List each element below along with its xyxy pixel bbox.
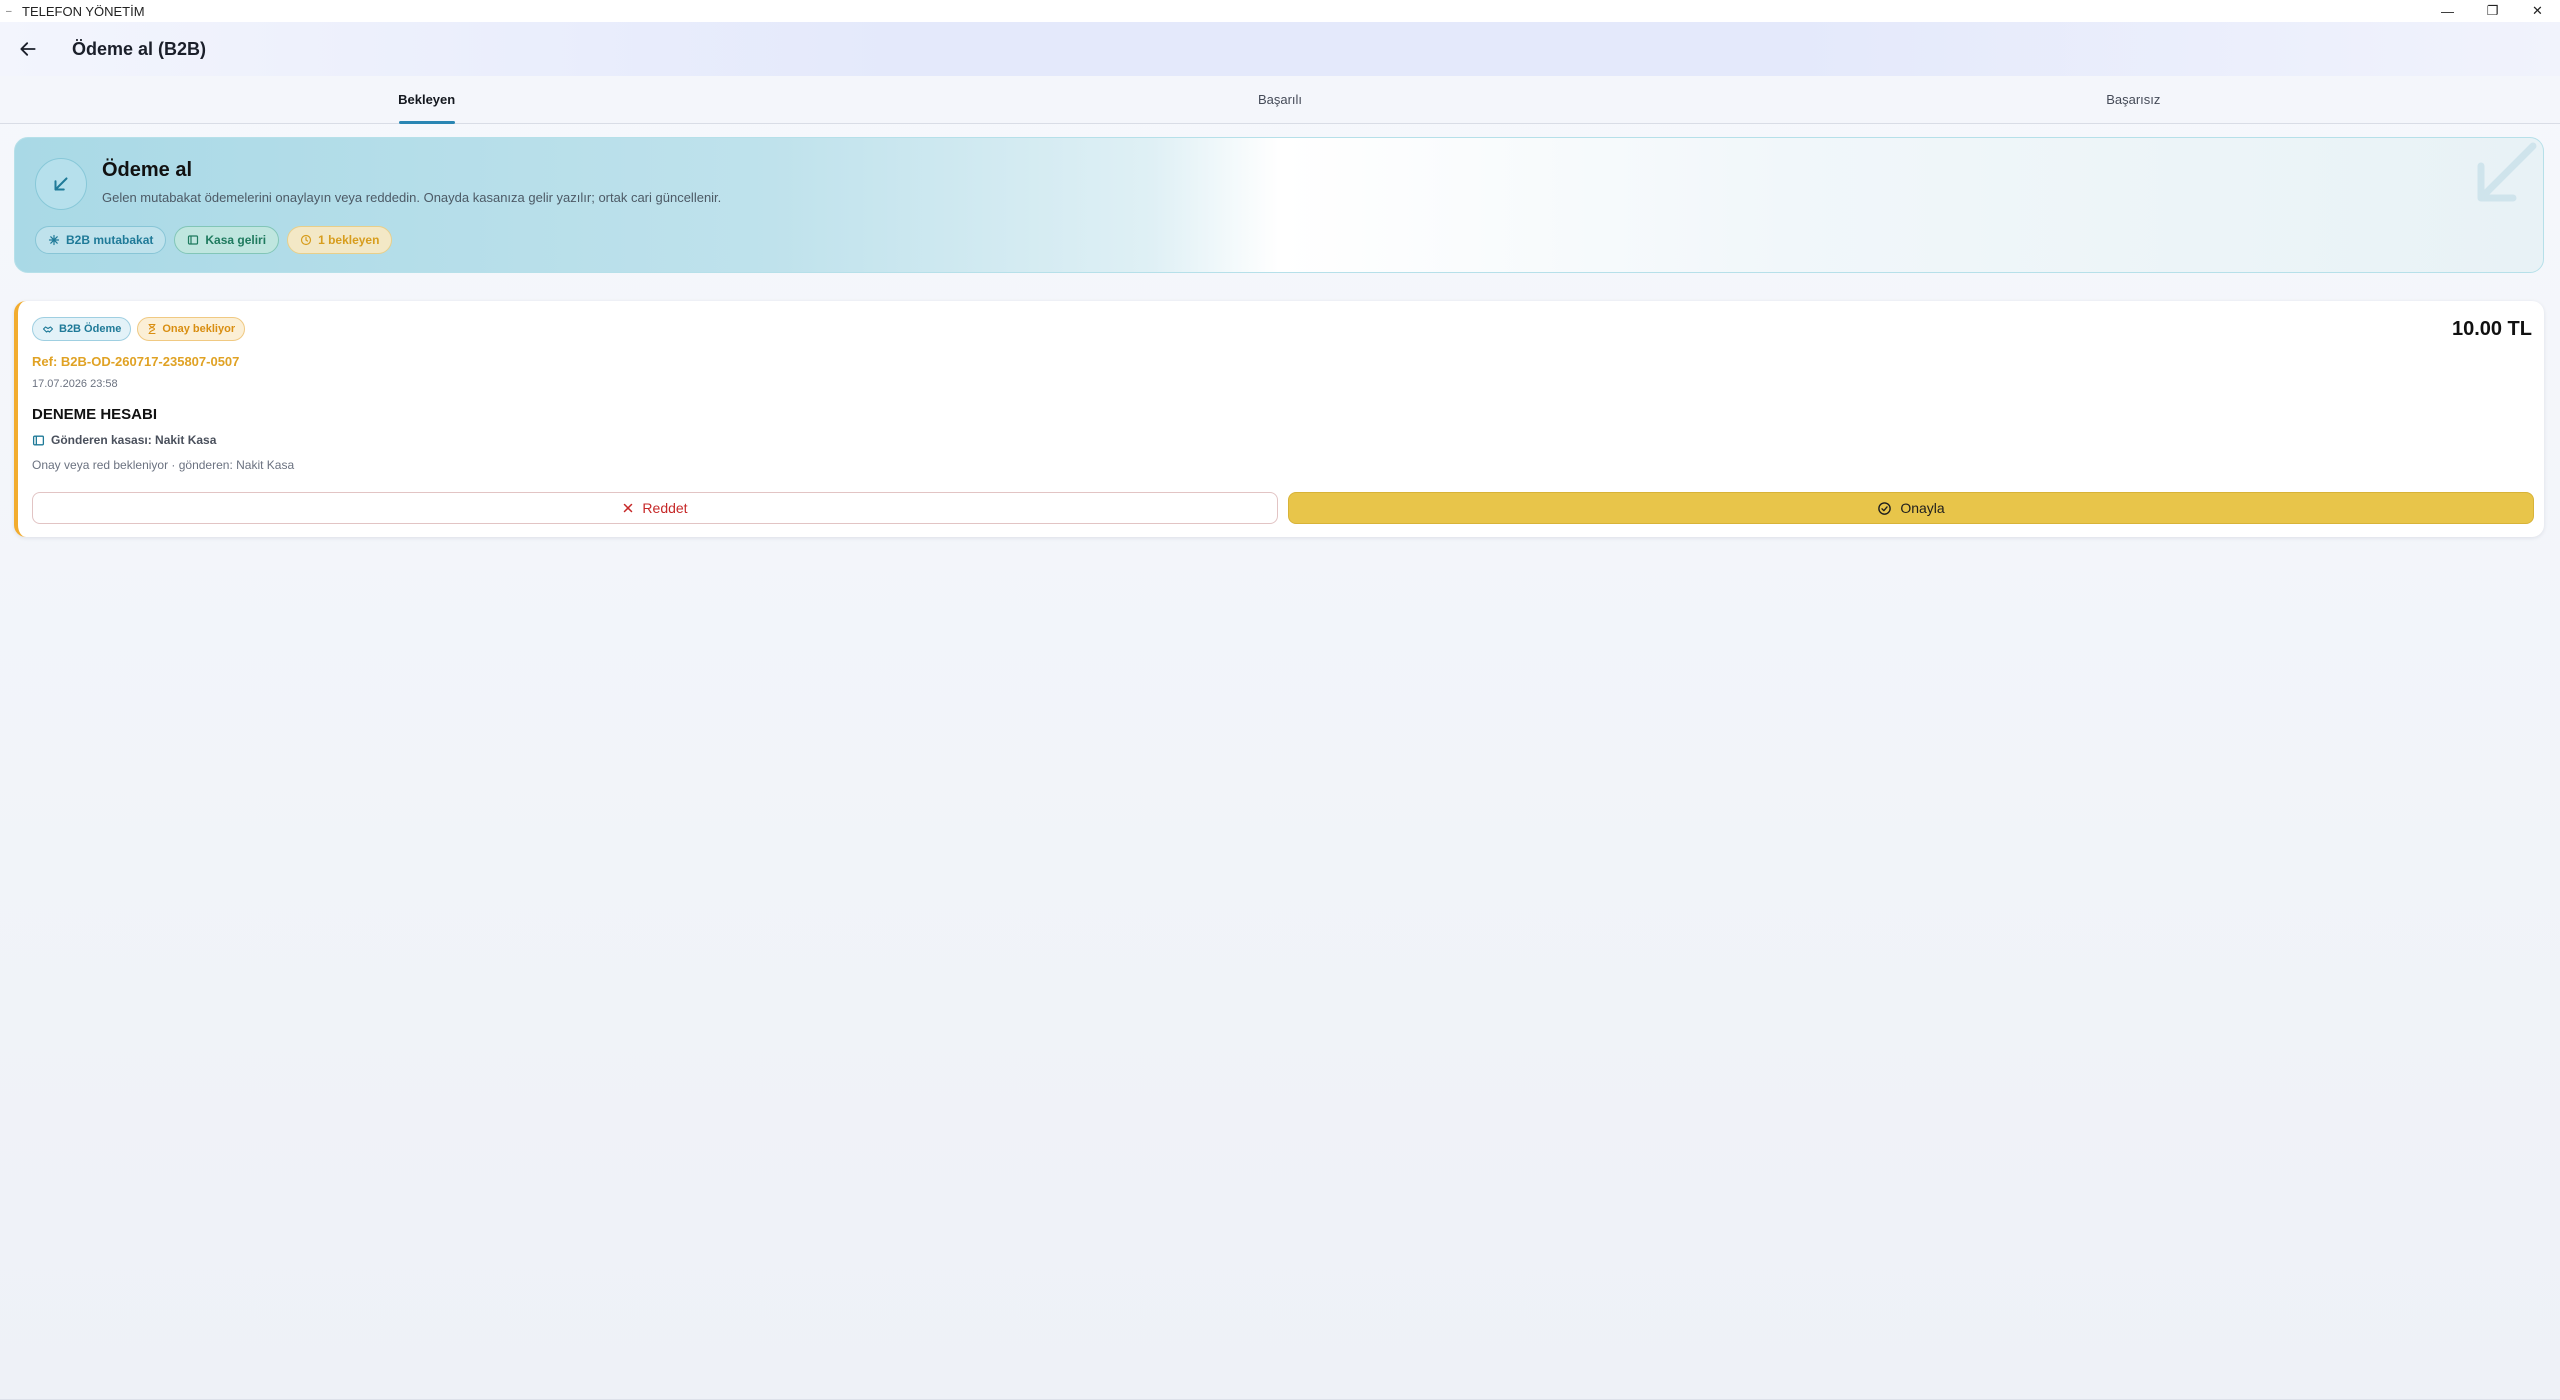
- arrow-left-icon: [20, 42, 36, 56]
- approve-label: Onayla: [1900, 500, 1945, 516]
- minimize-button[interactable]: —: [2425, 0, 2470, 22]
- tab-basarili[interactable]: Başarılı: [853, 76, 1706, 123]
- payment-badges: B2B Ödeme Onay bekliyor: [32, 317, 246, 341]
- badge-onay-bekliyor: Onay bekliyor: [137, 317, 246, 341]
- hub-icon: [48, 234, 60, 246]
- tab-basarisiz[interactable]: Başarısız: [1707, 76, 2560, 123]
- hourglass-icon: [148, 323, 156, 335]
- cashbox-icon: [32, 435, 45, 445]
- chip-label: 1 bekleyen: [318, 233, 380, 247]
- restore-button[interactable]: ❐: [2470, 0, 2515, 22]
- hero-subtitle: Gelen mutabakat ödemelerini onaylayın ve…: [102, 190, 722, 205]
- window-controls: — ❐ ✕: [2425, 0, 2560, 22]
- chip-bekleyen-count: 1 bekleyen: [287, 226, 393, 254]
- account-name: DENEME HESABI: [32, 406, 158, 423]
- sender-cashbox: Gönderen kasası: Nakit Kasa: [32, 433, 216, 447]
- reject-label: Reddet: [642, 500, 688, 516]
- sender-label: Gönderen kasası: Nakit Kasa: [51, 433, 217, 447]
- chip-kasa-geliri: Kasa geliri: [174, 226, 280, 254]
- page-title: Ödeme al (B2B): [72, 38, 207, 59]
- app-bar: Ödeme al (B2B): [0, 22, 2560, 76]
- payment-amount: 10.00 TL: [2451, 318, 2532, 340]
- back-button[interactable]: [13, 34, 43, 64]
- payment-ref: Ref: B2B-OD-260717-235807-0507: [32, 354, 240, 369]
- reject-button[interactable]: Reddet: [32, 492, 1278, 524]
- payment-date: 17.07.2026 23:58: [32, 378, 118, 390]
- chip-label: Kasa geliri: [205, 233, 267, 247]
- arrow-down-left-icon: [35, 158, 87, 210]
- payment-card: B2B Ödeme Onay bekliyor 10.00 TL Ref: B2…: [14, 301, 2544, 537]
- hero-chips: B2B mutabakat Kasa geliri 1 bekleyen: [35, 226, 393, 254]
- chip-b2b-mutabakat: B2B mutabakat: [35, 226, 167, 254]
- badge-label: Onay bekliyor: [162, 323, 236, 335]
- close-button[interactable]: ✕: [2515, 0, 2560, 22]
- hero-title: Ödeme al: [102, 159, 193, 181]
- tab-bekleyen[interactable]: Bekleyen: [0, 76, 853, 124]
- background-arrow-icon: [2477, 142, 2537, 202]
- payment-note: Onay veya red bekleniyor · gönderen: Nak…: [32, 458, 295, 472]
- hero-banner: Ödeme al Gelen mutabakat ödemelerini ona…: [14, 137, 2544, 273]
- tab-bar: Bekleyen Başarılı Başarısız: [0, 76, 2560, 124]
- clock-icon: [300, 234, 312, 246]
- window-title: TELEFON YÖNETİM: [22, 3, 145, 19]
- badge-label: B2B Ödeme: [59, 323, 122, 335]
- chip-label: B2B mutabakat: [66, 233, 154, 247]
- badge-b2b-odeme: B2B Ödeme: [32, 317, 132, 341]
- cashbox-icon: [188, 235, 199, 245]
- window-titlebar: – TELEFON YÖNETİM — ❐ ✕: [0, 0, 2560, 22]
- app-icon: –: [6, 5, 12, 17]
- handshake-icon: [42, 326, 54, 333]
- approve-button[interactable]: Onayla: [1288, 492, 2534, 524]
- check-circle-icon: [1878, 501, 1892, 515]
- close-icon: [624, 503, 633, 513]
